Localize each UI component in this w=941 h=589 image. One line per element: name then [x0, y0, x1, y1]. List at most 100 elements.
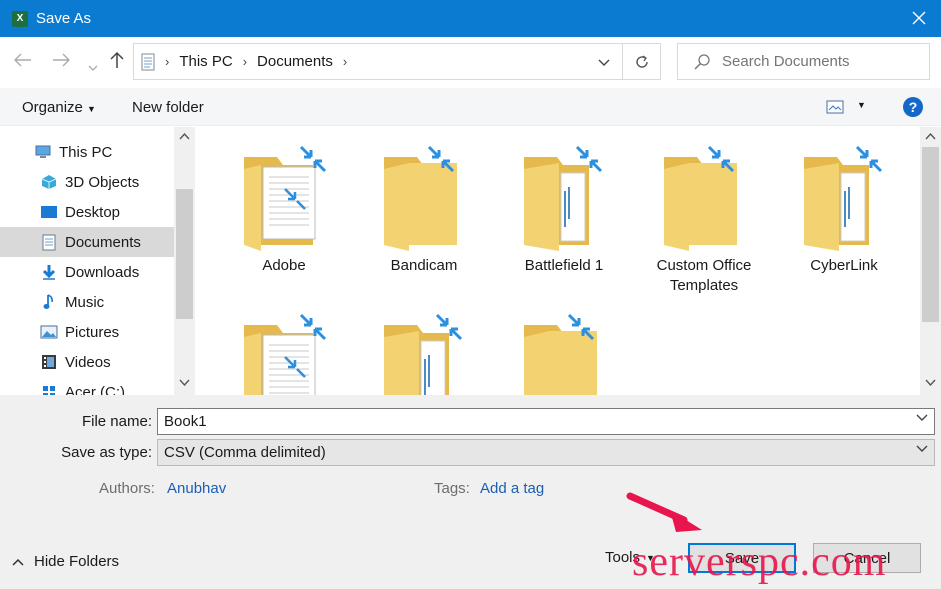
- navigation-pane: This PC 3D Objects Desktop Documents Dow…: [0, 127, 195, 395]
- folder-icon: [354, 139, 494, 251]
- chevron-down-icon[interactable]: [916, 414, 928, 422]
- view-options-icon[interactable]: [826, 100, 844, 118]
- folder-icon: [634, 139, 774, 251]
- command-bar: Organize ▼ New folder ▼ ?: [0, 88, 941, 126]
- forward-arrow-icon[interactable]: [52, 51, 70, 72]
- save-type-select[interactable]: CSV (Comma delimited): [157, 439, 935, 466]
- folder-name: Adobe: [262, 257, 306, 274]
- title-bar: X Save As: [0, 0, 941, 37]
- document-icon: [40, 234, 58, 250]
- refresh-icon[interactable]: [622, 44, 660, 79]
- folder-item[interactable]: CyberLink: [774, 139, 914, 299]
- sidebar-item-videos[interactable]: Videos: [0, 347, 174, 377]
- save-type-value: CSV (Comma delimited): [164, 444, 326, 461]
- sidebar-item-this-pc[interactable]: This PC: [0, 137, 174, 167]
- computer-icon: [34, 144, 52, 160]
- authors-label: Authors:: [99, 480, 155, 497]
- video-icon: [40, 354, 58, 370]
- watermark: serverspc.com: [632, 539, 887, 585]
- sidebar-item-label: This PC: [59, 143, 113, 161]
- sidebar-item-label: Videos: [65, 353, 111, 371]
- file-list-scrollbar-thumb[interactable]: [922, 147, 939, 322]
- sidebar-item-label: Acer (C:): [65, 383, 125, 396]
- add-tag-link[interactable]: Add a tag: [480, 480, 544, 497]
- window-title: Save As: [36, 10, 92, 27]
- sidebar-item-pictures[interactable]: Pictures: [0, 317, 174, 347]
- annotation-arrow-icon: [626, 492, 702, 532]
- desktop-icon: [40, 204, 58, 220]
- sidebar-item-music[interactable]: Music: [0, 287, 174, 317]
- scroll-up-icon[interactable]: [179, 133, 190, 140]
- close-icon[interactable]: [907, 6, 931, 30]
- folder-item[interactable]: Custom Office Templates: [634, 139, 774, 299]
- hide-folders-button[interactable]: Hide Folders: [12, 553, 119, 570]
- scroll-up-icon[interactable]: [925, 133, 936, 140]
- breadcrumb-this-pc[interactable]: This PC: [179, 53, 232, 70]
- folder-item[interactable]: Bandicam: [354, 139, 494, 299]
- sidebar-scrollbar[interactable]: [174, 127, 195, 395]
- folder-item[interactable]: Battlefield 1: [494, 139, 634, 299]
- folder-item[interactable]: Adobe: [214, 139, 354, 299]
- folder-icon: [214, 307, 354, 395]
- drive-icon: [40, 384, 58, 395]
- folder-name: CyberLink: [810, 257, 878, 274]
- sidebar-item-downloads[interactable]: Downloads: [0, 257, 174, 287]
- excel-icon: X: [12, 10, 28, 27]
- scroll-down-icon[interactable]: [925, 379, 936, 386]
- folder-icon: [494, 307, 634, 395]
- chevron-down-icon[interactable]: [916, 445, 928, 453]
- sidebar-item-desktop[interactable]: Desktop: [0, 197, 174, 227]
- chevron-down-icon[interactable]: [88, 55, 98, 76]
- address-row: › This PC › Documents ›: [0, 37, 941, 87]
- pictures-icon: [40, 324, 58, 340]
- file-list-scrollbar[interactable]: [920, 127, 941, 395]
- back-arrow-icon[interactable]: [14, 51, 32, 72]
- authors-value[interactable]: Anubhav: [167, 480, 226, 497]
- view-dropdown-icon[interactable]: ▼: [857, 100, 866, 110]
- folder-name: Bandicam: [390, 257, 458, 274]
- search-box[interactable]: [677, 43, 930, 80]
- up-arrow-icon[interactable]: [110, 51, 124, 74]
- sidebar-item-drive-c[interactable]: Acer (C:): [0, 377, 174, 395]
- file-list: Adobe Bandicam Battlefield 1 Custom Offi…: [195, 127, 941, 395]
- hide-folders-label: Hide Folders: [34, 553, 120, 570]
- file-name-field[interactable]: Book1: [157, 408, 935, 435]
- music-icon: [40, 294, 58, 310]
- chevron-right-icon: ›: [242, 54, 248, 69]
- chevron-right-icon: ›: [165, 54, 170, 69]
- search-input[interactable]: [722, 53, 922, 70]
- tags-label: Tags:: [434, 480, 470, 497]
- scroll-down-icon[interactable]: [179, 379, 190, 386]
- document-icon: [141, 53, 155, 70]
- file-name-value: Book1: [164, 413, 207, 430]
- folder-icon: [494, 139, 634, 251]
- folder-name: Custom Office Templates: [656, 257, 752, 294]
- help-button[interactable]: ?: [903, 97, 923, 117]
- search-icon: [694, 53, 710, 70]
- folder-icon: [354, 307, 494, 395]
- folder-item[interactable]: [354, 307, 494, 395]
- save-type-label: Save as type:: [61, 444, 152, 461]
- sidebar-item-3d-objects[interactable]: 3D Objects: [0, 167, 174, 197]
- folder-item[interactable]: [214, 307, 354, 395]
- file-name-label: File name:: [81, 413, 152, 430]
- folder-icon: [774, 139, 914, 251]
- address-history-dropdown[interactable]: [598, 54, 610, 71]
- sidebar-item-documents[interactable]: Documents: [0, 227, 174, 257]
- folder-item[interactable]: [494, 307, 634, 395]
- sidebar-item-label: Desktop: [65, 203, 121, 221]
- sidebar-item-label: Pictures: [65, 323, 120, 341]
- chevron-up-icon: [12, 558, 24, 566]
- sidebar-item-label: Downloads: [65, 263, 140, 281]
- sidebar-scrollbar-thumb[interactable]: [176, 189, 193, 319]
- sidebar-item-label: Documents: [65, 233, 141, 251]
- sidebar-item-label: 3D Objects: [65, 173, 140, 191]
- folder-name: Battlefield 1: [524, 257, 604, 274]
- address-bar[interactable]: › This PC › Documents ›: [133, 43, 661, 80]
- breadcrumb-documents[interactable]: Documents: [257, 53, 333, 70]
- new-folder-button[interactable]: New folder: [132, 99, 204, 116]
- organize-button[interactable]: Organize ▼: [22, 99, 96, 116]
- cube-icon: [40, 174, 58, 190]
- chevron-right-icon: ›: [342, 54, 348, 69]
- sidebar-item-label: Music: [65, 293, 105, 311]
